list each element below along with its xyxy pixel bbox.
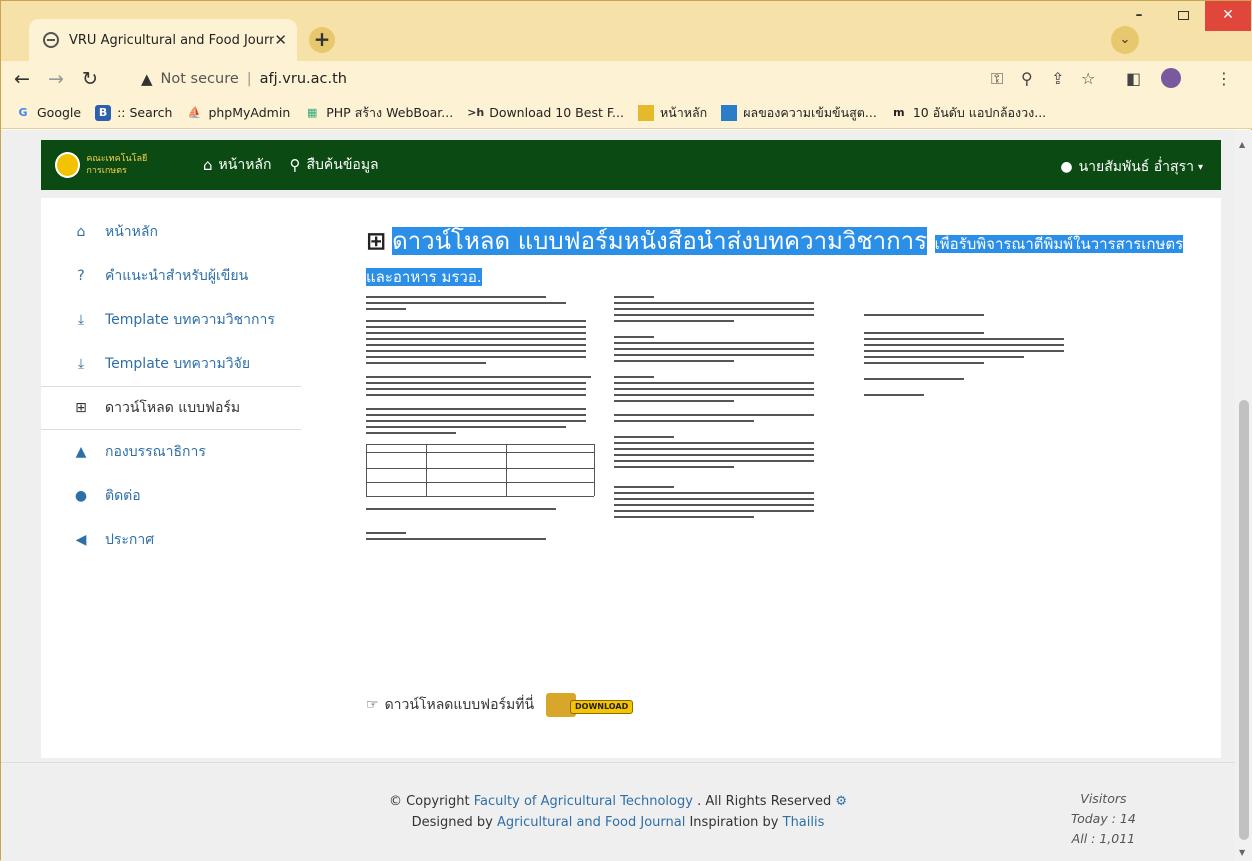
kebab-menu-icon[interactable]: ⋮ <box>1216 69 1232 88</box>
close-window-button[interactable]: ✕ <box>1205 1 1251 31</box>
maximize-button[interactable] <box>1161 1 1205 31</box>
form-preview-lines <box>366 296 1064 540</box>
page-viewport: คณะเทคโนโลยีการเกษตร ⌂ หน้าหลัก ⚲ สืบค้นข้… <box>1 130 1235 861</box>
new-tab-button[interactable]: + <box>309 27 335 53</box>
bookmark-php-webboard[interactable]: ▦ PHP สร้าง WebBoar... <box>304 103 453 123</box>
sidepanel-icon[interactable]: ◧ <box>1126 69 1141 88</box>
browser-tab[interactable]: VRU Agricultural and Food Journ ✕ <box>29 19 297 61</box>
faculty-logo[interactable]: คณะเทคโนโลยีการเกษตร <box>55 147 185 183</box>
warning-icon: ▲ <box>141 70 153 88</box>
map-marker-icon: ● <box>74 488 88 504</box>
address-bar: ← → ↻ ▲ Not secure | afj.vru.ac.th ⚿ ⚲ ⇪… <box>1 61 1252 97</box>
zoom-icon[interactable]: ⚲ <box>1021 69 1033 88</box>
scrollbar-thumb[interactable] <box>1239 400 1249 840</box>
home-icon: ⌂ <box>76 224 86 240</box>
search-icon: ⚲ <box>289 156 301 174</box>
bookmarks-bar: G Google B:: Search ⛵ phpMyAdmin ▦ PHP สร้า… <box>1 97 1252 129</box>
footer-credits: © Copyright Faculty of Agricultural Tech… <box>388 794 848 830</box>
scroll-down-icon[interactable]: ▼ <box>1239 848 1245 857</box>
minimize-button[interactable]: – <box>1117 1 1161 31</box>
url-field[interactable]: ▲ Not secure | afj.vru.ac.th <box>141 65 961 93</box>
tab-title: VRU Agricultural and Food Journ <box>69 32 275 48</box>
nav-home[interactable]: ⌂ หน้าหลัก <box>203 154 271 176</box>
seal-icon <box>55 152 81 178</box>
profile-avatar[interactable] <box>1161 68 1181 88</box>
download-button[interactable]: DOWNLOAD <box>546 691 634 719</box>
bookmark-download[interactable]: >h Download 10 Best F... <box>467 105 624 121</box>
bookmark-search[interactable]: B:: Search <box>95 104 172 121</box>
visitor-counter: Visitors Today : 14 All : 1,011 <box>1071 791 1136 846</box>
share-icon[interactable]: ⇪ <box>1051 69 1064 88</box>
sidebar-item-download-form[interactable]: ⊞ ดาวน์โหลด แบบฟอร์ม <box>41 386 301 430</box>
megaphone-icon: ◀ <box>75 532 87 548</box>
caret-down-icon: ▾ <box>1197 161 1203 173</box>
bookmark-research[interactable]: ผลของความเข้มข้นสูต... <box>721 103 877 123</box>
journal-link[interactable]: Agricultural and Food Journal <box>497 815 685 830</box>
bookmark-phpmyadmin[interactable]: ⛵ phpMyAdmin <box>186 105 291 121</box>
nav-search[interactable]: ⚲ สืบค้นข้อมูล <box>289 154 378 176</box>
security-label: Not secure <box>160 71 239 87</box>
question-icon: ? <box>77 268 85 284</box>
tab-strip: VRU Agricultural and Food Journ ✕ + ⌄ – … <box>1 1 1252 61</box>
user-menu[interactable]: ● นายสัมพันธ์ อ่ำสุรา ▾ <box>1060 156 1203 178</box>
hand-pointer-icon: ☞ <box>366 697 379 713</box>
browser-window: VRU Agricultural and Food Journ ✕ + ⌄ – … <box>0 0 1252 861</box>
content-panel: ⌂ หน้าหลัก ? คำแนะนำสำหรับผู้เขียน ⤓ Templa… <box>41 198 1221 758</box>
bookmark-home[interactable]: หน้าหลัก <box>637 103 707 123</box>
sidebar-item-editorial-board[interactable]: ▲ กองบรรณาธิการ <box>41 430 301 474</box>
download-icon: ⤓ <box>77 356 85 372</box>
download-row: ☞ ดาวน์โหลดแบบฟอร์มที่นี่ DOWNLOAD <box>366 691 634 719</box>
site-navbar: คณะเทคโนโลยีการเกษตร ⌂ หน้าหลัก ⚲ สืบค้นข้… <box>41 140 1221 190</box>
sidebar-item-contact[interactable]: ● ติดต่อ <box>41 474 301 518</box>
reload-icon[interactable]: ↻ <box>77 68 103 90</box>
home-icon: ⌂ <box>203 156 213 174</box>
graduation-icon: ▲ <box>75 444 87 460</box>
sidebar-item-template-academic[interactable]: ⤓ Template บทความวิชาการ <box>41 298 301 342</box>
sidebar-item-home[interactable]: ⌂ หน้าหลัก <box>41 210 301 254</box>
user-icon: ● <box>1060 159 1073 175</box>
sidebar-item-author-guide[interactable]: ? คำแนะนำสำหรับผู้เขียน <box>41 254 301 298</box>
page-scrollbar[interactable]: ▲ ▼ <box>1235 130 1252 861</box>
scroll-up-icon[interactable]: ▲ <box>1239 140 1245 149</box>
sidebar: ⌂ หน้าหลัก ? คำแนะนำสำหรับผู้เขียน ⤓ Templa… <box>41 210 301 562</box>
sidebar-item-announcement[interactable]: ◀ ประกาศ <box>41 518 301 562</box>
close-tab-icon[interactable]: ✕ <box>274 31 287 49</box>
form-preview-image <box>366 296 1166 666</box>
url-text: afj.vru.ac.th <box>259 71 347 87</box>
bookmark-star-icon[interactable]: ☆ <box>1081 69 1095 88</box>
gear-icon: ⚙ <box>835 794 848 809</box>
form-icon: ⊞ <box>75 400 87 416</box>
thailis-link[interactable]: Thailis <box>783 815 825 830</box>
bookmark-camera-apps[interactable]: m 10 อันดับ แอปกล้องวง... <box>891 103 1046 123</box>
back-icon[interactable]: ← <box>9 68 35 90</box>
form-download-icon: ⊞ <box>366 227 387 255</box>
faculty-link[interactable]: Faculty of Agricultural Technology <box>474 794 693 809</box>
sidebar-item-template-research[interactable]: ⤓ Template บทความวิจัย <box>41 342 301 386</box>
key-icon[interactable]: ⚿ <box>991 69 1003 89</box>
site-footer: © Copyright Faculty of Agricultural Tech… <box>1 762 1235 861</box>
bookmark-google[interactable]: G Google <box>15 105 81 121</box>
page-title: ⊞ ดาวน์โหลด แบบฟอร์มหนังสือนำส่งบทความวิช… <box>366 227 1184 286</box>
globe-icon <box>43 32 59 48</box>
download-icon: ⤓ <box>77 312 85 328</box>
forward-icon[interactable]: → <box>43 68 69 90</box>
main-content: ⊞ ดาวน์โหลด แบบฟอร์มหนังสือนำส่งบทความวิช… <box>366 226 1206 717</box>
